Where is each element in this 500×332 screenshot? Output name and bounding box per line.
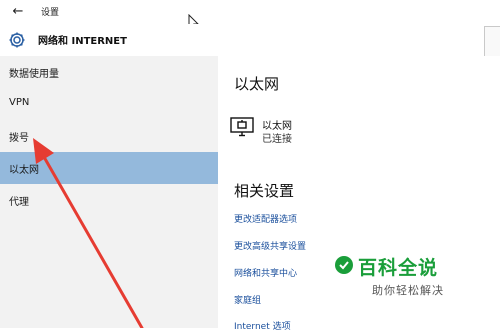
sidebar-item-vpn[interactable]: VPN: [0, 88, 218, 120]
sidebar-item-label: VPN: [9, 97, 30, 108]
page-heading: 网络和 INTERNET: [38, 36, 127, 47]
section-title-related: 相关设置: [234, 182, 295, 200]
sidebar-item-ethernet[interactable]: 以太网: [0, 152, 218, 184]
link-internet-options[interactable]: Internet 选项: [234, 319, 291, 332]
back-arrow-icon[interactable]: ←: [8, 3, 28, 21]
sidebar: 数据使用量 VPN 拨号 以太网 代理: [0, 56, 218, 328]
sidebar-item-data-usage[interactable]: 数据使用量: [0, 56, 218, 88]
sidebar-item-proxy[interactable]: 代理: [0, 184, 218, 216]
link-homegroup[interactable]: 家庭组: [234, 293, 261, 306]
sidebar-item-label: 拨号: [9, 133, 29, 144]
section-title-ethernet: 以太网: [234, 75, 280, 93]
watermark: 百科全说 助你轻松解决: [334, 253, 468, 303]
monitor-network-icon[interactable]: [230, 117, 254, 137]
watermark-subtitle: 助你轻松解决: [372, 284, 444, 297]
watermark-title: 百科全说: [358, 257, 439, 279]
sidebar-item-label: 代理: [9, 197, 29, 208]
watermark-logo-icon: [335, 256, 353, 274]
sidebar-item-label: 数据使用量: [9, 69, 59, 80]
link-network-sharing-center[interactable]: 网络和共享中心: [234, 266, 297, 279]
page-header: 网络和 INTERNET: [0, 24, 500, 58]
link-advanced-sharing[interactable]: 更改高级共享设置: [234, 239, 306, 252]
link-adapter-options[interactable]: 更改适配器选项: [234, 212, 297, 225]
title-bar: ← 设置: [0, 0, 500, 32]
connection-status: 已连接: [262, 134, 292, 145]
sidebar-item-label: 以太网: [9, 165, 39, 176]
gear-icon: [9, 32, 25, 48]
app-title: 设置: [41, 8, 60, 18]
search-box[interactable]: [484, 26, 500, 58]
sidebar-item-dialup[interactable]: 拨号: [0, 120, 218, 152]
